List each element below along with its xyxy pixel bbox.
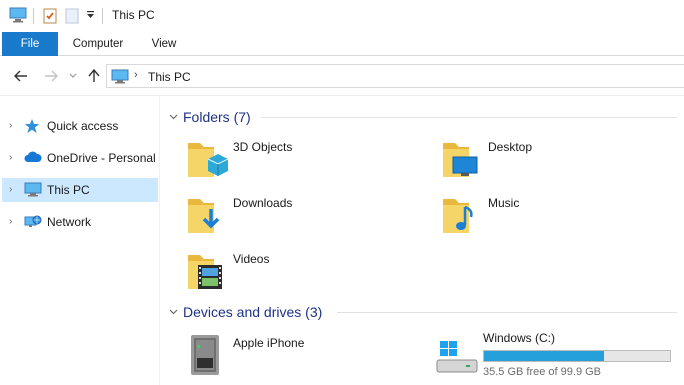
nav-item-network[interactable]: › Network bbox=[2, 210, 158, 234]
group-title: Devices and drives (3) bbox=[183, 304, 323, 320]
tab-file[interactable]: File bbox=[2, 32, 58, 56]
title-bar: This PC bbox=[0, 0, 684, 32]
group-divider bbox=[261, 117, 677, 118]
phone-device-icon bbox=[186, 333, 228, 380]
expand-chevron-icon[interactable]: › bbox=[9, 152, 12, 163]
desktop-folder-icon bbox=[441, 137, 483, 184]
cloud-icon bbox=[24, 150, 42, 167]
content-area: Folders (7) 3D Objects Desktop Downloads… bbox=[161, 96, 684, 385]
folders-group-header[interactable]: Folders (7) bbox=[169, 106, 251, 128]
nav-item-label: Network bbox=[47, 215, 92, 229]
nav-item-label: This PC bbox=[47, 183, 90, 197]
folder-videos[interactable]: Videos bbox=[186, 249, 436, 301]
navigation-bar: › This PC bbox=[0, 56, 684, 96]
tile-label: Music bbox=[488, 196, 520, 210]
tab-view[interactable]: View bbox=[140, 32, 188, 56]
folder-downloads[interactable]: Downloads bbox=[186, 193, 436, 245]
expand-chevron-icon[interactable]: › bbox=[9, 120, 12, 131]
recent-locations-dropdown-icon[interactable] bbox=[67, 67, 79, 85]
computer-icon bbox=[24, 182, 42, 200]
windows-drive-icon bbox=[436, 340, 480, 379]
collapse-chevron-icon[interactable] bbox=[169, 307, 181, 318]
downloads-folder-icon bbox=[186, 193, 228, 240]
breadcrumb-this-pc[interactable]: This PC bbox=[148, 70, 191, 84]
nav-item-onedrive[interactable]: › OneDrive - Personal bbox=[2, 146, 158, 170]
tile-label: Videos bbox=[233, 252, 270, 266]
nav-item-quick-access[interactable]: › Quick access bbox=[2, 114, 158, 138]
drive-usage-bar bbox=[483, 350, 671, 362]
expand-chevron-icon[interactable]: › bbox=[9, 216, 12, 227]
folder-music[interactable]: Music bbox=[441, 193, 684, 245]
drive-free-space: 35.5 GB free of 99.9 GB bbox=[483, 366, 602, 378]
3d-objects-folder-icon bbox=[186, 137, 229, 184]
breadcrumb-chevron-icon[interactable]: › bbox=[134, 69, 138, 81]
group-title: Folders (7) bbox=[183, 109, 251, 125]
device-apple-iphone[interactable]: Apple iPhone bbox=[186, 333, 436, 385]
address-bar[interactable]: › This PC bbox=[106, 64, 684, 88]
star-icon bbox=[24, 118, 40, 137]
tile-label: Windows (C:) bbox=[483, 331, 556, 345]
drive-windows-c[interactable]: Windows (C:) 35.5 GB free of 99.9 GB bbox=[436, 328, 684, 380]
customize-toolbar-dropdown-icon[interactable] bbox=[86, 9, 95, 24]
tile-label: 3D Objects bbox=[233, 140, 293, 154]
computer-icon[interactable] bbox=[9, 7, 27, 26]
properties-icon[interactable] bbox=[42, 7, 58, 28]
navigation-pane: › Quick access › OneDrive - Personal › T… bbox=[0, 96, 160, 385]
devices-group-header[interactable]: Devices and drives (3) bbox=[169, 301, 322, 323]
drive-usage-fill bbox=[484, 351, 604, 361]
tab-computer[interactable]: Computer bbox=[62, 32, 134, 56]
nav-item-label: OneDrive - Personal bbox=[47, 151, 156, 165]
nav-item-this-pc[interactable]: › This PC bbox=[2, 178, 158, 202]
toolbar-separator bbox=[102, 8, 103, 24]
folder-desktop[interactable]: Desktop bbox=[441, 137, 684, 189]
window-title: This PC bbox=[112, 8, 155, 22]
ribbon: File Computer View bbox=[0, 32, 684, 56]
expand-chevron-icon[interactable]: › bbox=[9, 184, 12, 195]
videos-folder-icon bbox=[186, 249, 228, 296]
folder-3d-objects[interactable]: 3D Objects bbox=[186, 137, 436, 189]
collapse-chevron-icon[interactable] bbox=[169, 112, 181, 123]
up-arrow-icon[interactable] bbox=[86, 67, 102, 85]
tile-label: Desktop bbox=[488, 140, 533, 154]
forward-arrow-icon[interactable] bbox=[42, 67, 60, 85]
group-divider bbox=[337, 312, 677, 313]
computer-icon bbox=[111, 69, 129, 87]
nav-item-label: Quick access bbox=[47, 119, 119, 133]
tile-label: Downloads bbox=[233, 196, 293, 210]
music-folder-icon bbox=[441, 193, 483, 240]
tile-label: Apple iPhone bbox=[233, 336, 305, 350]
toolbar-separator bbox=[33, 8, 34, 24]
network-icon bbox=[24, 214, 42, 233]
new-folder-icon[interactable] bbox=[65, 7, 79, 28]
back-arrow-icon[interactable] bbox=[12, 67, 30, 85]
